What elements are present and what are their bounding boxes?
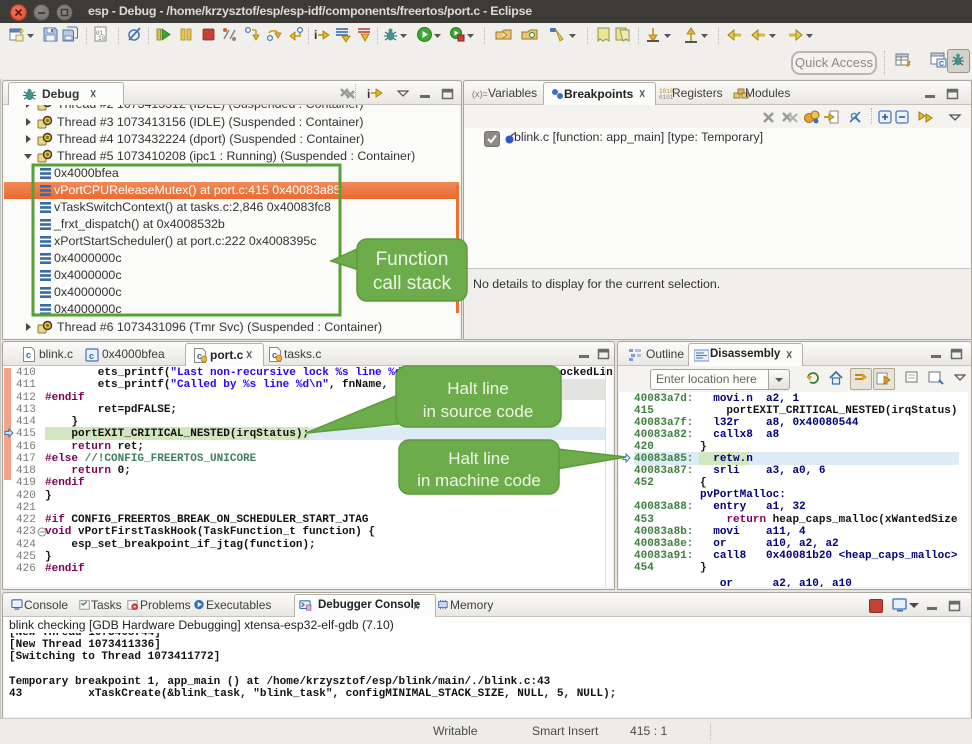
svg-text:(x)=: (x)=: [472, 89, 488, 99]
svg-text:10: 10: [98, 35, 106, 42]
svg-text:i: i: [367, 87, 370, 101]
svg-text:c: c: [26, 350, 31, 360]
svg-text:i: i: [314, 28, 317, 42]
svg-text:c: c: [89, 351, 94, 361]
svg-text:C: C: [939, 61, 944, 68]
